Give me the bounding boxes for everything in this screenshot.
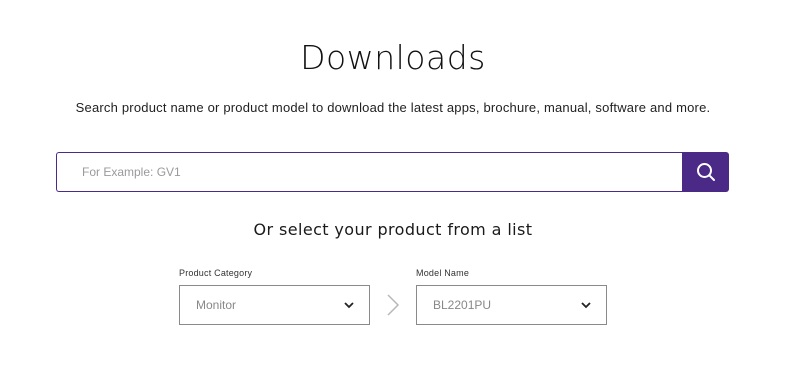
search-input[interactable] xyxy=(56,152,682,192)
chevron-down-icon xyxy=(580,299,592,311)
search-icon xyxy=(696,163,715,181)
product-category-label: Product Category xyxy=(179,268,253,278)
model-name-value: BL2201PU xyxy=(433,298,492,312)
model-name-select[interactable]: BL2201PU xyxy=(416,285,607,325)
search-bar xyxy=(56,152,729,192)
product-category-select[interactable]: Monitor xyxy=(179,285,370,325)
model-name-label: Model Name xyxy=(416,268,470,278)
page-title: Downloads xyxy=(300,38,486,77)
chevron-right-icon xyxy=(387,294,400,316)
product-category-value: Monitor xyxy=(196,298,237,312)
product-list-heading: Or select your product from a list xyxy=(253,220,533,239)
chevron-down-icon xyxy=(343,299,355,311)
search-button[interactable] xyxy=(682,152,729,192)
page-subtitle: Search product name or product model to … xyxy=(75,100,711,115)
